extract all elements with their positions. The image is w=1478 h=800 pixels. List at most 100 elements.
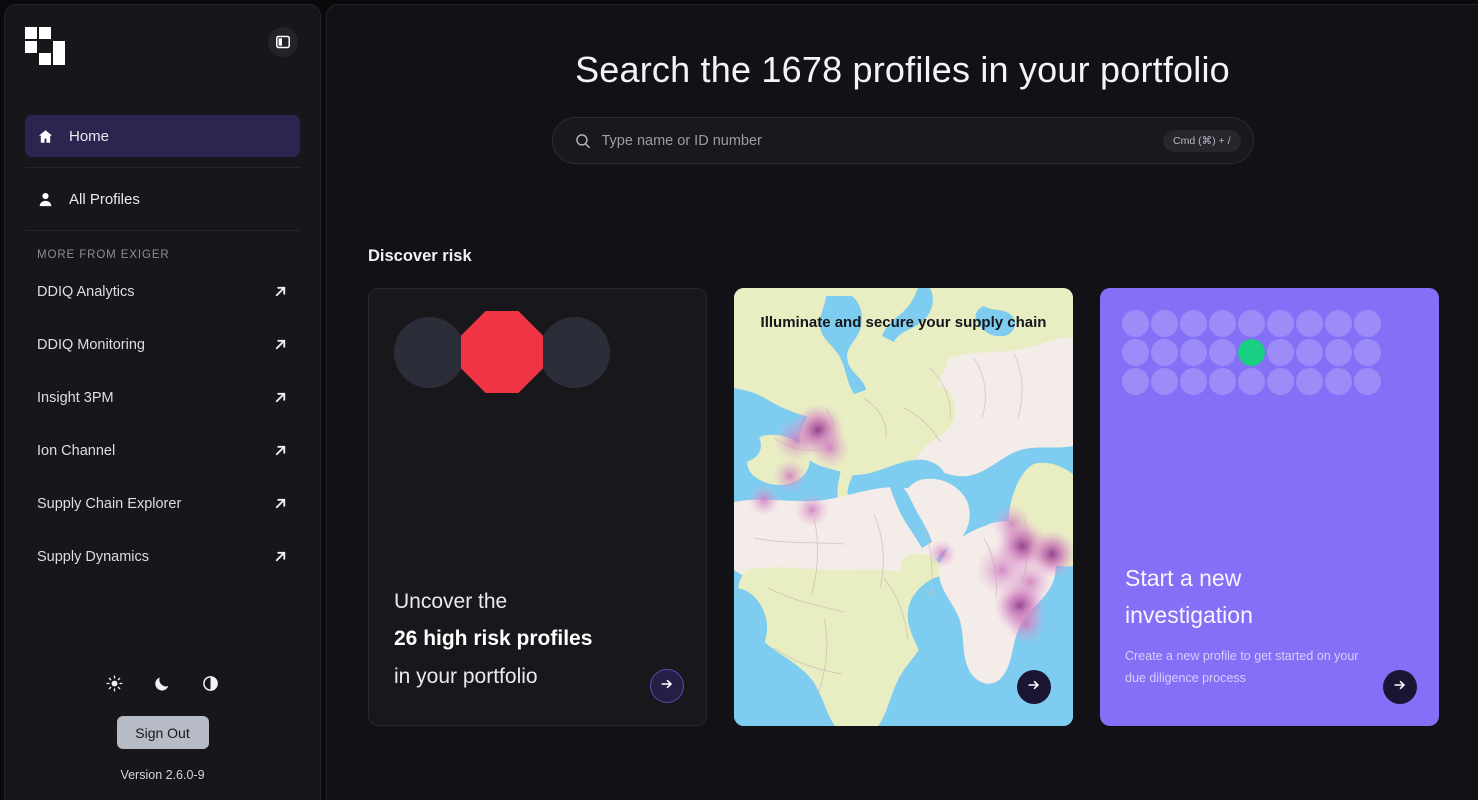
external-link-arrow-icon <box>273 390 288 405</box>
dot <box>1122 368 1149 395</box>
dot <box>1238 368 1265 395</box>
card-high-risk-profiles[interactable]: Uncover the 26 high risk profiles in you… <box>368 288 707 726</box>
dot <box>1267 310 1294 337</box>
sign-out-button[interactable]: Sign Out <box>116 716 209 749</box>
dot <box>1296 368 1323 395</box>
dot <box>1180 339 1207 366</box>
light-theme-button[interactable] <box>106 675 124 695</box>
collapse-sidebar-icon <box>276 35 290 49</box>
primary-nav: Home <box>5 115 320 157</box>
card-arrow-button[interactable] <box>650 669 684 703</box>
card-title: Start a new investigation <box>1125 565 1253 629</box>
nav-divider-2 <box>25 230 300 231</box>
sidebar-item-home-label: Home <box>69 127 110 145</box>
app-root: Home All Profiles MORE FROM EXIGER DDIQ … <box>0 0 1478 800</box>
card-line-1: Uncover the <box>394 589 508 613</box>
dot <box>1354 368 1381 395</box>
dot <box>1354 339 1381 366</box>
section-title-discover-risk: Discover risk <box>368 247 472 265</box>
dot <box>1325 310 1352 337</box>
map-caption: Illuminate and secure your supply chain <box>760 314 1047 331</box>
theme-switcher <box>106 675 220 695</box>
sidebar-link-ddiq-monitoring[interactable]: DDIQ Monitoring <box>25 324 300 365</box>
dot <box>1267 339 1294 366</box>
discover-risk-cards: Uncover the 26 high risk profiles in you… <box>368 288 1478 726</box>
card-line-3: in your portfolio <box>394 664 538 688</box>
card-supply-chain-map[interactable]: Illuminate and secure your supply chain <box>734 288 1073 726</box>
arrow-right-icon <box>1393 678 1407 697</box>
dot <box>1122 310 1149 337</box>
sidebar-link-insight-3pm[interactable]: Insight 3PM <box>25 377 300 418</box>
secondary-nav: All Profiles <box>5 178 320 220</box>
card-arrow-button[interactable] <box>1383 670 1417 704</box>
collapse-sidebar-button[interactable] <box>268 27 298 57</box>
contrast-icon <box>202 675 219 695</box>
dot <box>1122 339 1149 366</box>
sidebar-link-label: Supply Dynamics <box>37 548 150 565</box>
dot-highlighted <box>1238 339 1265 366</box>
sidebar-link-label: Insight 3PM <box>37 389 114 406</box>
dot <box>1151 310 1178 337</box>
sidebar-link-supply-chain-explorer[interactable]: Supply Chain Explorer <box>25 483 300 524</box>
card-arrow-button[interactable] <box>1017 670 1051 704</box>
dot <box>1151 339 1178 366</box>
arrow-right-icon <box>660 677 674 696</box>
external-link-arrow-icon <box>273 337 288 352</box>
card-text: Uncover the 26 high risk profiles in you… <box>394 583 592 695</box>
sidebar-link-label: DDIQ Analytics <box>37 283 135 300</box>
sun-icon <box>106 675 123 695</box>
card-line-2: 26 high risk profiles <box>394 627 593 651</box>
sidebar-item-all-profiles[interactable]: All Profiles <box>25 178 300 220</box>
dot <box>1267 368 1294 395</box>
external-link-arrow-icon <box>273 496 288 511</box>
sidebar-header <box>5 5 320 115</box>
dot <box>1325 368 1352 395</box>
nav-group-label: MORE FROM EXIGER <box>37 249 170 261</box>
dot <box>1296 339 1323 366</box>
external-link-arrow-icon <box>273 443 288 458</box>
sidebar-link-label: DDIQ Monitoring <box>37 336 145 353</box>
sidebar-link-supply-dynamics[interactable]: Supply Dynamics <box>25 536 300 577</box>
version-label: Version 2.6.0-9 <box>120 768 205 782</box>
search-input[interactable] <box>601 132 1164 149</box>
card-subtitle: Create a new profile to get started on y… <box>1125 649 1359 685</box>
search-icon <box>575 133 591 149</box>
dot <box>1180 310 1207 337</box>
search-bar[interactable]: Cmd (⌘) + / <box>551 117 1254 164</box>
home-icon <box>37 129 54 144</box>
risk-shapes-graphic <box>369 289 706 393</box>
dot <box>1209 368 1236 395</box>
dot-grid-graphic <box>1122 310 1381 395</box>
system-theme-button[interactable] <box>202 676 220 694</box>
card-start-new-investigation[interactable]: Start a new investigation Create a new p… <box>1100 288 1439 726</box>
search-section: Cmd (⌘) + / <box>327 117 1478 164</box>
moon-icon <box>154 675 171 695</box>
arrow-right-icon <box>1027 678 1041 697</box>
dot <box>1325 339 1352 366</box>
page-title: Search the 1678 profiles in your portfol… <box>575 49 1230 90</box>
nav-divider-1 <box>25 167 300 168</box>
sidebar-item-home[interactable]: Home <box>25 115 300 157</box>
search-shortcut-badge: Cmd (⌘) + / <box>1163 129 1241 152</box>
world-map-graphic <box>734 288 1073 726</box>
dot <box>1296 310 1323 337</box>
sidebar-link-ddiq-analytics[interactable]: DDIQ Analytics <box>25 271 300 312</box>
external-link-arrow-icon <box>273 284 288 299</box>
dot <box>1238 310 1265 337</box>
sidebar-item-all-profiles-label: All Profiles <box>69 190 140 208</box>
dot <box>1209 339 1236 366</box>
circle-shape <box>394 316 465 388</box>
dot <box>1151 368 1178 395</box>
dot <box>1209 310 1236 337</box>
dot <box>1354 310 1381 337</box>
exiger-logo <box>25 27 67 65</box>
main-content: Search the 1678 profiles in your portfol… <box>326 4 1478 800</box>
dark-theme-button[interactable] <box>154 676 172 694</box>
circle-shape <box>539 316 610 388</box>
dot <box>1180 368 1207 395</box>
person-icon <box>37 192 54 207</box>
sidebar: Home All Profiles MORE FROM EXIGER DDIQ … <box>4 4 321 800</box>
octagon-shape <box>461 311 543 393</box>
sidebar-footer: Sign Out Version 2.6.0-9 <box>5 675 320 800</box>
sidebar-link-ion-channel[interactable]: Ion Channel <box>25 430 300 471</box>
